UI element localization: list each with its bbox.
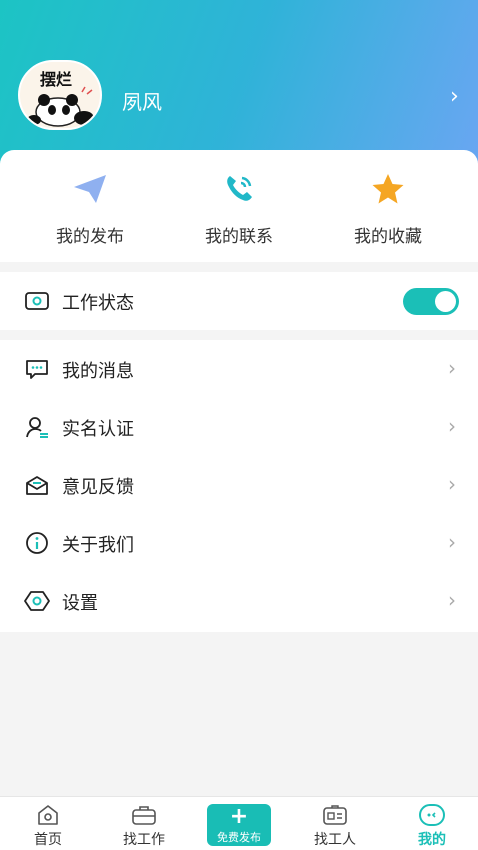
work-status-row: 工作状态 xyxy=(0,272,478,330)
menu-list: 我的消息 › 实名认证 › 意见反馈 › 关于我们 › 设置 › xyxy=(0,340,478,632)
free-publish-button[interactable]: + 免费发布 xyxy=(207,804,271,846)
username: 夙风 xyxy=(122,90,162,114)
tab-label-find-worker: 找工人 xyxy=(314,832,356,848)
paper-plane-icon xyxy=(20,168,160,210)
menu-item-about[interactable]: 关于我们 › xyxy=(0,514,478,572)
chevron-right-icon: › xyxy=(448,472,456,496)
menu-item-feedback[interactable]: 意见反馈 › xyxy=(0,456,478,514)
mail-icon xyxy=(24,472,50,498)
briefcase-icon xyxy=(109,803,179,827)
toggle-knob xyxy=(435,291,456,312)
tab-find-job[interactable]: 找工作 xyxy=(109,803,179,849)
tab-home[interactable]: 首页 xyxy=(13,803,83,849)
tab-find-worker[interactable]: 找工人 xyxy=(300,803,370,849)
quick-actions-card: 我的发布 我的联系 我的收藏 xyxy=(0,150,478,262)
phone-icon xyxy=(169,168,309,210)
avatar[interactable]: 摆烂 xyxy=(18,60,102,130)
chevron-right-icon[interactable]: › xyxy=(450,84,459,109)
id-card-icon xyxy=(300,803,370,827)
menu-label-verification: 实名认证 xyxy=(62,419,134,440)
star-icon xyxy=(318,168,458,210)
tab-label-home: 首页 xyxy=(34,832,62,848)
my-favorites-button[interactable]: 我的收藏 xyxy=(318,168,458,247)
tab-mine[interactable]: 我的 xyxy=(397,803,467,849)
my-posts-label: 我的发布 xyxy=(56,227,124,247)
free-publish-label: 免费发布 xyxy=(217,831,261,844)
user-verify-icon xyxy=(24,414,50,440)
menu-label-settings: 设置 xyxy=(62,593,98,614)
my-contacts-label: 我的联系 xyxy=(205,227,273,247)
my-posts-button[interactable]: 我的发布 xyxy=(20,168,160,247)
tab-label-find-job: 找工作 xyxy=(123,832,165,848)
chevron-right-icon: › xyxy=(448,356,456,380)
menu-item-settings[interactable]: 设置 › xyxy=(0,572,478,630)
plus-icon: + xyxy=(229,804,249,829)
work-status-label: 工作状态 xyxy=(62,293,134,314)
work-status-toggle[interactable] xyxy=(403,288,459,315)
menu-label-messages: 我的消息 xyxy=(62,361,134,382)
menu-label-about: 关于我们 xyxy=(62,535,134,556)
my-favorites-label: 我的收藏 xyxy=(354,227,422,247)
settings-icon xyxy=(24,588,50,614)
profile-icon xyxy=(397,803,467,827)
status-icon xyxy=(24,288,50,314)
profile-header[interactable]: 摆烂 夙风 › xyxy=(0,0,478,175)
home-icon xyxy=(13,803,83,827)
chevron-right-icon: › xyxy=(448,588,456,612)
chevron-right-icon: › xyxy=(448,414,456,438)
avatar-caption: 摆烂 xyxy=(40,70,73,89)
menu-item-messages[interactable]: 我的消息 › xyxy=(0,340,478,398)
my-contacts-button[interactable]: 我的联系 xyxy=(169,168,309,247)
info-icon xyxy=(24,530,50,556)
menu-item-verification[interactable]: 实名认证 › xyxy=(0,398,478,456)
menu-label-feedback: 意见反馈 xyxy=(62,477,134,498)
tab-label-mine: 我的 xyxy=(418,832,446,848)
chevron-right-icon: › xyxy=(448,530,456,554)
message-icon xyxy=(24,356,50,382)
